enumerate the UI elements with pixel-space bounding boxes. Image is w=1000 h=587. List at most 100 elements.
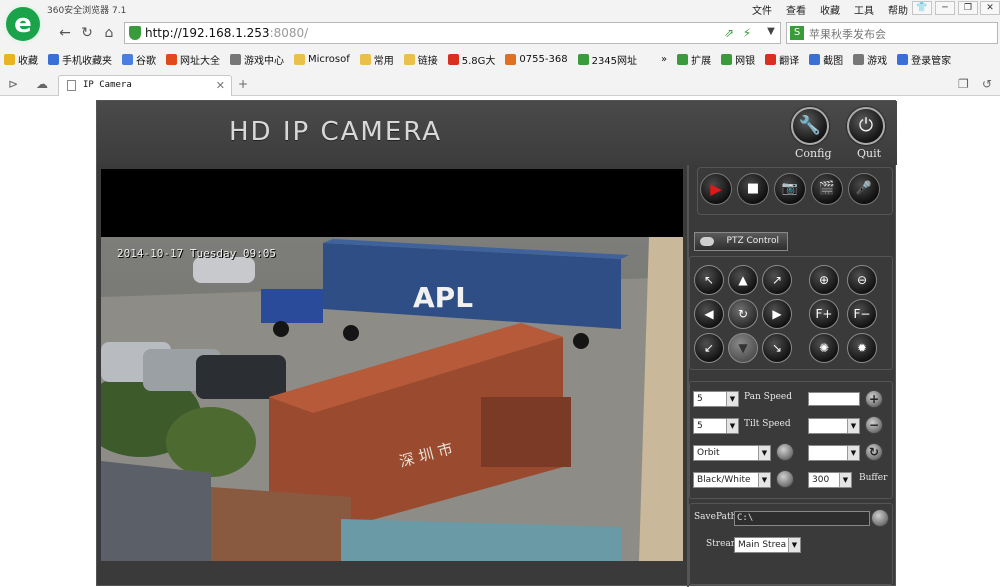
preset-call-select[interactable]: ▼ <box>808 445 860 461</box>
arrow-right-icon: ▶ <box>772 307 782 321</box>
preset-select[interactable]: ▼ <box>808 418 860 434</box>
preset-call-button[interactable]: ↻ <box>865 443 883 461</box>
menu-help[interactable]: 帮助 <box>888 2 908 17</box>
chevron-down-icon: ▼ <box>726 392 738 406</box>
microphone-icon: 🎤 <box>855 181 873 196</box>
pan-speed-field[interactable] <box>808 392 860 406</box>
bookmark-item[interactable]: Microsof <box>294 53 350 65</box>
search-input[interactable]: 苹果秋季发布会 <box>809 26 886 42</box>
sidebar-toggle-icon[interactable]: ⊳ <box>8 77 18 91</box>
bookmark-icon <box>48 53 59 65</box>
svg-text:APL: APL <box>413 281 473 314</box>
buffer-select[interactable]: 300 ▼ <box>808 472 852 488</box>
add-button[interactable]: + <box>865 390 883 408</box>
bookmark-item[interactable]: 2345网址 <box>577 52 637 67</box>
bookmark-item[interactable]: 0755-368 <box>505 53 568 65</box>
savepath-input[interactable]: C:\ <box>734 511 870 526</box>
search-engine-icon[interactable]: S <box>790 26 804 40</box>
arrow-up-right-icon: ↗ <box>771 273 783 287</box>
config-button[interactable]: 🔧 <box>791 107 829 145</box>
restore-tabs-icon[interactable]: ❐ <box>958 77 969 91</box>
tab-close-icon[interactable]: ✕ <box>216 79 225 92</box>
menu-tools[interactable]: 工具 <box>854 2 874 17</box>
bookmark-item[interactable]: 登录管家 <box>897 52 951 67</box>
record-button[interactable]: 🎬 <box>811 173 843 205</box>
bookmark-item[interactable]: 游戏中心 <box>230 52 284 67</box>
ptz-down-right-button[interactable]: ↘ <box>762 333 792 363</box>
color-mode-button[interactable] <box>776 470 794 488</box>
focus-near-button[interactable]: F+ <box>809 299 839 329</box>
bookmark-item[interactable]: 翻译 <box>765 52 799 67</box>
bookmark-item[interactable]: 收藏 <box>4 52 38 67</box>
tilt-speed-select[interactable]: 5 ▼ <box>693 418 739 434</box>
video-view[interactable]: APL 深 圳 市 2014-10-17 Tuesday 09:05 <box>101 169 683 561</box>
chevron-down-icon: ▼ <box>839 473 851 487</box>
compat-icon[interactable]: ⚡ <box>740 26 754 40</box>
bookmark-item[interactable]: 网银 <box>721 52 755 67</box>
ptz-left-button[interactable]: ◀ <box>694 299 724 329</box>
stream-select[interactable]: Main Strea ▼ <box>734 537 801 553</box>
skin-icon[interactable]: 👕 <box>912 1 932 15</box>
buffer-label: Buffer <box>859 473 888 483</box>
ptz-right-button[interactable]: ▶ <box>762 299 792 329</box>
ptz-down-button[interactable]: ▼ <box>728 333 758 363</box>
bookmark-item[interactable]: 手机收藏夹 <box>48 52 112 67</box>
minimize-icon[interactable]: ─ <box>935 1 955 15</box>
orbit-select[interactable]: Orbit ▼ <box>693 445 771 461</box>
bookmark-item[interactable]: 链接 <box>403 52 438 67</box>
ip-camera-app: HD IP CAMERA 🔧 Config ⏻ Quit APL 深 圳 市 2… <box>96 100 897 587</box>
zoom-in-button[interactable]: ⊕ <box>809 265 839 295</box>
menu-view[interactable]: 查看 <box>786 2 806 17</box>
bookmark-item[interactable]: 截图 <box>809 52 843 67</box>
stop-button[interactable]: ■ <box>737 173 769 205</box>
menu-favorites[interactable]: 收藏 <box>820 2 840 17</box>
new-tab-icon[interactable]: + <box>238 77 248 91</box>
bookmark-item[interactable]: » <box>647 54 667 65</box>
ptz-down-left-button[interactable]: ↙ <box>694 333 724 363</box>
play-button[interactable]: ▶ <box>700 173 732 205</box>
snapshot-button[interactable]: 📷 <box>774 173 806 205</box>
ptz-control-button[interactable]: PTZ Control <box>694 232 788 251</box>
zoom-out-button[interactable]: ⊖ <box>847 265 877 295</box>
tab-ip-camera[interactable]: IP Camera ✕ <box>58 75 232 96</box>
browse-button[interactable] <box>871 509 889 527</box>
menu-file[interactable]: 文件 <box>752 2 772 17</box>
undo-close-icon[interactable]: ↺ <box>982 77 992 91</box>
ptz-up-button[interactable]: ▲ <box>728 265 758 295</box>
ptz-up-right-button[interactable]: ↗ <box>762 265 792 295</box>
iris-minus-icon: ✹ <box>856 341 868 355</box>
talk-button[interactable]: 🎤 <box>848 173 880 205</box>
ptz-center-button[interactable]: ↻ <box>728 299 758 329</box>
bookmark-item[interactable]: 扩展 <box>677 52 711 67</box>
refresh-icon: ↻ <box>868 445 880 459</box>
bookmark-item[interactable]: 谷歌 <box>122 52 156 67</box>
close-window-icon[interactable]: ✕ <box>980 1 1000 15</box>
iris-close-button[interactable]: ✹ <box>847 333 877 363</box>
address-url[interactable]: http://192.168.1.253:8080/ <box>145 26 308 40</box>
home-icon[interactable]: ⌂ <box>100 24 118 42</box>
address-dropdown-icon[interactable]: ▼ <box>764 26 778 40</box>
bookmark-icon <box>853 53 865 65</box>
quit-button[interactable]: ⏻ <box>847 107 885 145</box>
color-mode-select[interactable]: Black/White ▼ <box>693 472 771 488</box>
bookmark-item[interactable]: 网址大全 <box>166 52 220 67</box>
maximize-icon[interactable]: ❐ <box>958 1 978 15</box>
bookmark-item[interactable]: 5.8G大 <box>447 52 495 67</box>
address-bar[interactable]: http://192.168.1.253:8080/ ⇗ ⚡ ▼ <box>124 22 781 44</box>
bookmark-label: » <box>661 53 668 65</box>
refresh-icon[interactable]: ↻ <box>78 24 96 42</box>
search-box[interactable]: S 苹果秋季发布会 <box>786 22 998 44</box>
iris-open-button[interactable]: ✺ <box>809 333 839 363</box>
bookmark-item[interactable]: 游戏 <box>853 52 887 67</box>
remove-button[interactable]: − <box>865 416 883 434</box>
focus-far-button[interactable]: F− <box>847 299 877 329</box>
bookmark-item[interactable]: 常用 <box>359 52 394 67</box>
cloud-icon[interactable]: ☁ <box>36 77 48 91</box>
ptz-up-left-button[interactable]: ↖ <box>694 265 724 295</box>
pan-speed-select[interactable]: 5 ▼ <box>693 391 739 407</box>
share-icon[interactable]: ⇗ <box>722 26 736 40</box>
bookmark-icon <box>647 54 658 65</box>
orbit-go-button[interactable] <box>776 443 794 461</box>
address-port-path: :8080/ <box>269 26 309 40</box>
back-icon[interactable]: ← <box>56 24 74 42</box>
